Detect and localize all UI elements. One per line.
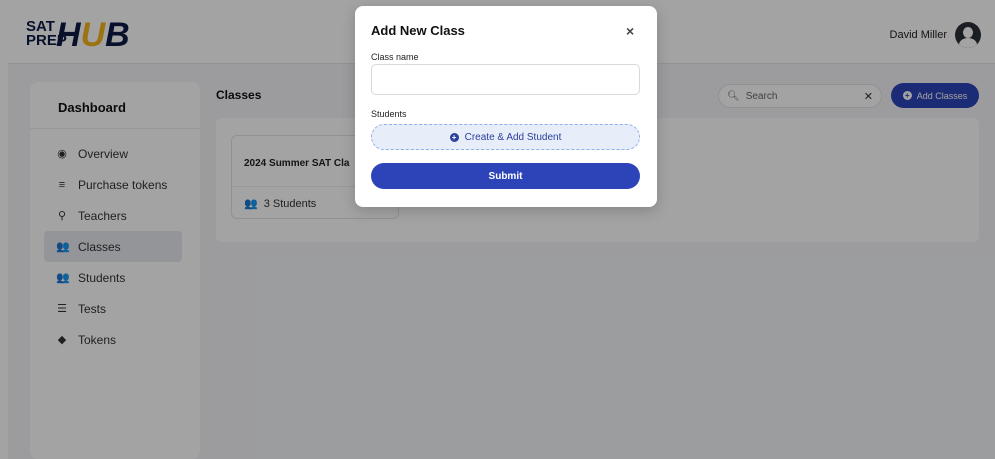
create-add-student-label: Create & Add Student [464,131,562,143]
close-icon[interactable]: × [626,23,634,39]
add-new-class-modal: Add New Class × Class name Students + Cr… [355,6,657,207]
plus-circle-icon: + [449,132,459,142]
create-add-student-button[interactable]: + Create & Add Student [371,124,640,150]
submit-button[interactable]: Submit [371,163,640,189]
modal-title: Add New Class [371,23,465,38]
class-name-label: Class name [371,52,419,62]
students-label: Students [371,109,407,119]
class-name-input[interactable] [371,64,640,95]
